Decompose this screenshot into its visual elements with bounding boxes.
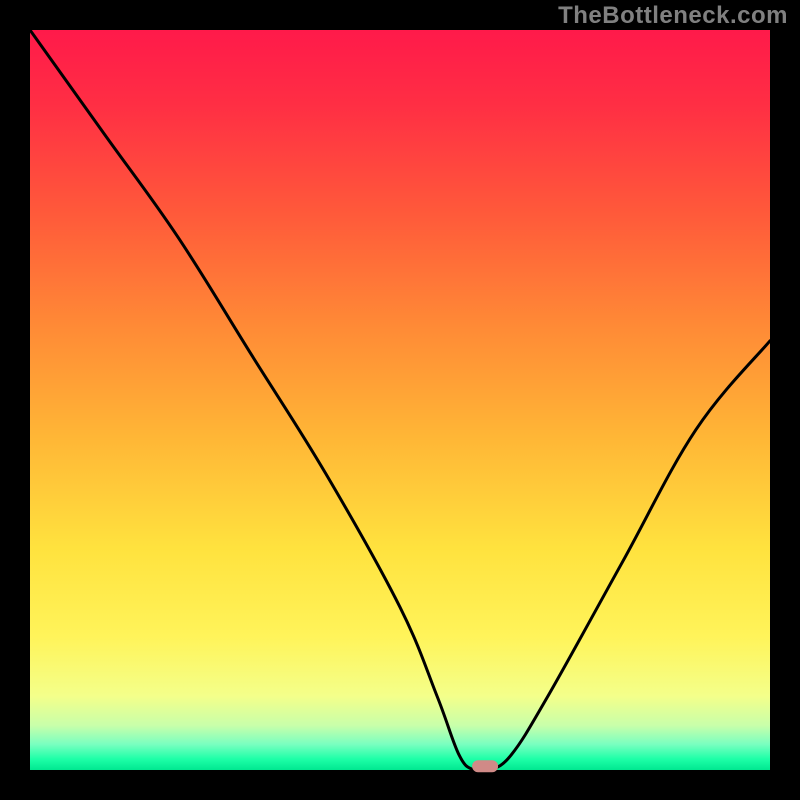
chart-frame: TheBottleneck.com <box>0 0 800 800</box>
bottleneck-chart <box>0 0 800 800</box>
watermark-text: TheBottleneck.com <box>558 2 788 30</box>
plot-background <box>30 30 770 770</box>
optimum-marker <box>472 760 498 772</box>
